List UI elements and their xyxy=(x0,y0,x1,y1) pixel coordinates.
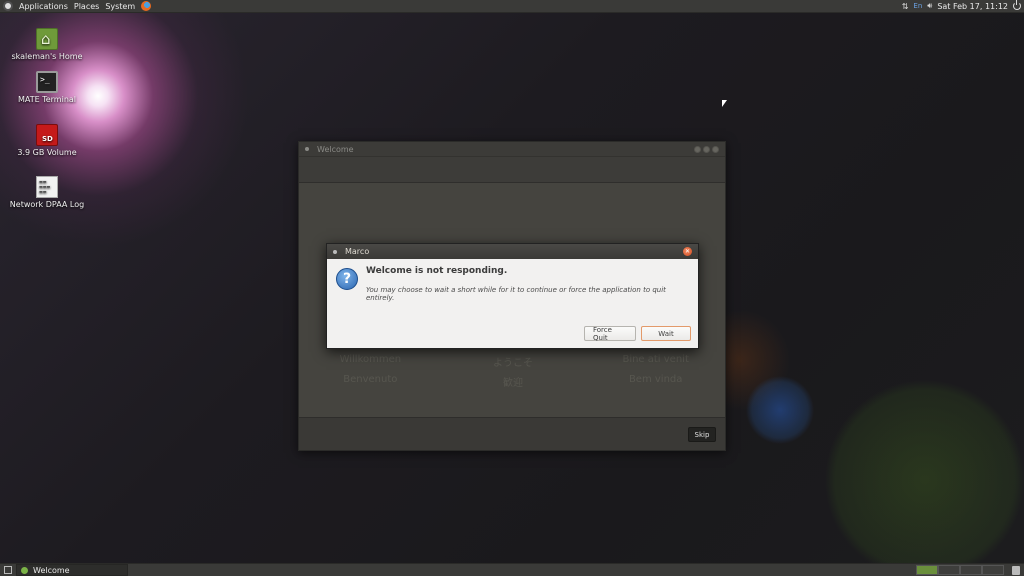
question-icon: ? xyxy=(336,268,358,290)
desktop-icon-label: skaleman's Home xyxy=(11,52,83,61)
workspace-4[interactable] xyxy=(982,565,1004,575)
welcome-footer: Skip xyxy=(299,417,725,450)
sd-card-icon xyxy=(36,124,58,146)
desktop-icon-terminal[interactable]: >_ MATE Terminal xyxy=(7,71,87,104)
window-menu-icon[interactable] xyxy=(305,147,309,151)
window-controls xyxy=(694,145,719,153)
taskbar-item-welcome[interactable]: Welcome xyxy=(16,564,128,576)
welcome-greeting: Bem vinda xyxy=(628,374,683,385)
top-panel-tray: ⇅ En 🔊︎ Sat Feb 17, 11:12 xyxy=(902,0,1021,11)
close-icon[interactable] xyxy=(712,145,719,153)
mouse-cursor-icon xyxy=(722,100,727,107)
welcome-greeting: Willkommen xyxy=(339,354,402,365)
volume-icon[interactable]: 🔊︎ xyxy=(927,1,932,11)
not-responding-dialog: Marco ✕ ? Welcome is not responding. You… xyxy=(326,243,699,349)
menu-places[interactable]: Places xyxy=(74,2,99,11)
text-file-icon: ▬▬ ▬▬▬ ▬▬ xyxy=(36,176,58,198)
welcome-greeting: ようこそ xyxy=(492,358,533,369)
desktop-icon-label: MATE Terminal xyxy=(17,95,77,104)
network-icon[interactable]: ⇅ xyxy=(902,2,909,11)
welcome-language-list: Willkommen ようこそ Bine ati venit Benvenuto… xyxy=(299,354,727,389)
keyboard-layout-indicator[interactable]: En xyxy=(913,2,922,10)
welcome-titlebar[interactable]: Welcome xyxy=(299,142,725,157)
dialog-title: Marco xyxy=(345,247,370,256)
welcome-header xyxy=(299,157,725,183)
dialog-titlebar[interactable]: Marco ✕ xyxy=(327,244,698,259)
workspace-1[interactable] xyxy=(916,565,938,575)
menu-applications[interactable]: Applications xyxy=(19,2,68,11)
workspace-switcher xyxy=(916,565,1004,575)
dialog-buttons: Force Quit Wait xyxy=(584,326,691,342)
top-panel: Applications Places System ⇅ En 🔊︎ Sat F… xyxy=(0,0,1024,13)
taskbar-item-label: Welcome xyxy=(33,565,70,575)
desktop-icon-label: Network DPAA Log xyxy=(9,200,85,209)
menu-system[interactable]: System xyxy=(105,2,135,11)
maximize-icon[interactable] xyxy=(703,145,710,153)
home-folder-icon xyxy=(36,28,58,50)
terminal-icon: >_ xyxy=(36,71,58,93)
welcome-greeting: Bine ati venit xyxy=(622,354,689,365)
show-desktop-icon[interactable] xyxy=(4,566,12,574)
welcome-app-icon xyxy=(21,566,28,574)
desktop-icon-label: 3.9 GB Volume xyxy=(17,148,77,157)
desktop-icon-volume[interactable]: 3.9 GB Volume xyxy=(7,124,87,157)
skip-button[interactable]: Skip xyxy=(688,427,716,442)
dialog-message: You may choose to wait a short while for… xyxy=(366,286,666,302)
force-quit-button[interactable]: Force Quit xyxy=(584,326,636,342)
power-icon[interactable] xyxy=(1013,0,1021,10)
close-icon[interactable]: ✕ xyxy=(683,247,692,256)
dialog-heading: Welcome is not responding. xyxy=(366,266,508,276)
trash-icon[interactable] xyxy=(1012,565,1020,575)
desktop-icon-log[interactable]: ▬▬ ▬▬▬ ▬▬ Network DPAA Log xyxy=(7,176,87,209)
welcome-greeting: 歓迎 xyxy=(502,378,523,389)
wait-button[interactable]: Wait xyxy=(641,326,691,341)
bottom-panel: Welcome xyxy=(0,563,1024,576)
window-menu-icon[interactable] xyxy=(333,249,337,254)
workspace-2[interactable] xyxy=(938,565,960,575)
desktop-icon-home[interactable]: skaleman's Home xyxy=(7,28,87,61)
top-panel-left: Applications Places System xyxy=(3,1,152,11)
clock[interactable]: Sat Feb 17, 11:12 xyxy=(937,2,1008,11)
ubuntu-logo-icon[interactable] xyxy=(3,1,13,11)
minimize-icon[interactable] xyxy=(694,145,701,153)
firefox-icon[interactable] xyxy=(141,1,152,11)
welcome-greeting: Benvenuto xyxy=(343,374,398,385)
welcome-title: Welcome xyxy=(317,144,354,154)
workspace-3[interactable] xyxy=(960,565,982,575)
